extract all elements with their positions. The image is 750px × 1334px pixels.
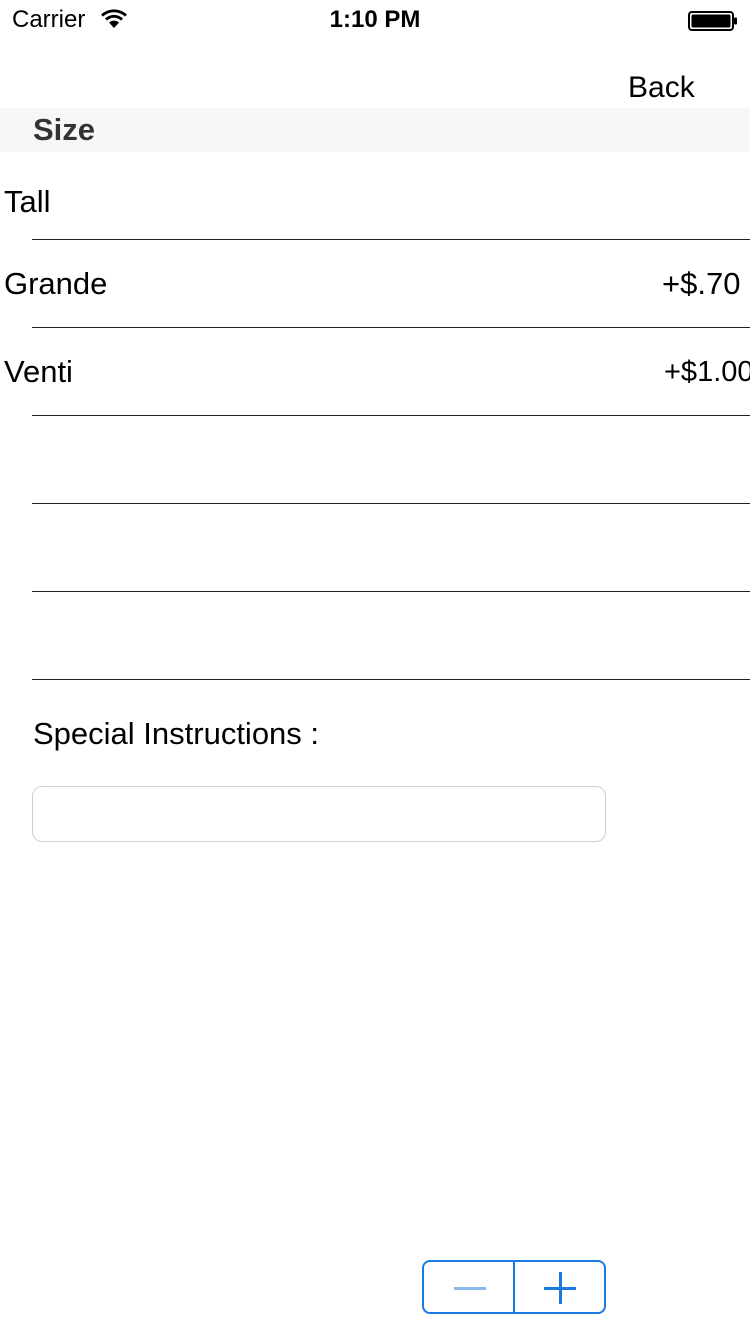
- size-label: Venti: [4, 354, 73, 389]
- section-title: Size: [33, 112, 96, 147]
- battery-icon: [688, 11, 737, 31]
- size-row-grande[interactable]: Grande +$.70: [0, 240, 750, 328]
- size-row-tall[interactable]: Tall: [0, 152, 750, 240]
- special-instructions-input[interactable]: [32, 786, 606, 842]
- section-header: Size: [0, 108, 750, 152]
- back-button[interactable]: Back: [628, 70, 695, 106]
- row-separator: [32, 679, 750, 680]
- increment-button[interactable]: [515, 1262, 604, 1312]
- status-bar: Carrier 1:10 PM: [0, 0, 750, 40]
- special-instructions-label: Special Instructions :: [33, 716, 320, 751]
- size-label: Tall: [4, 184, 51, 219]
- size-label: Grande: [4, 266, 108, 301]
- clock-time: 1:10 PM: [329, 6, 421, 33]
- minus-icon: [454, 1287, 486, 1290]
- empty-row: [0, 592, 750, 680]
- empty-row: [0, 416, 750, 504]
- empty-row: [0, 504, 750, 592]
- decrement-button[interactable]: [424, 1262, 513, 1312]
- quantity-stepper: [422, 1260, 606, 1314]
- size-price: +$.70: [662, 266, 741, 301]
- size-price: +$1.00: [664, 356, 750, 388]
- size-row-venti[interactable]: Venti +$1.00: [0, 328, 750, 416]
